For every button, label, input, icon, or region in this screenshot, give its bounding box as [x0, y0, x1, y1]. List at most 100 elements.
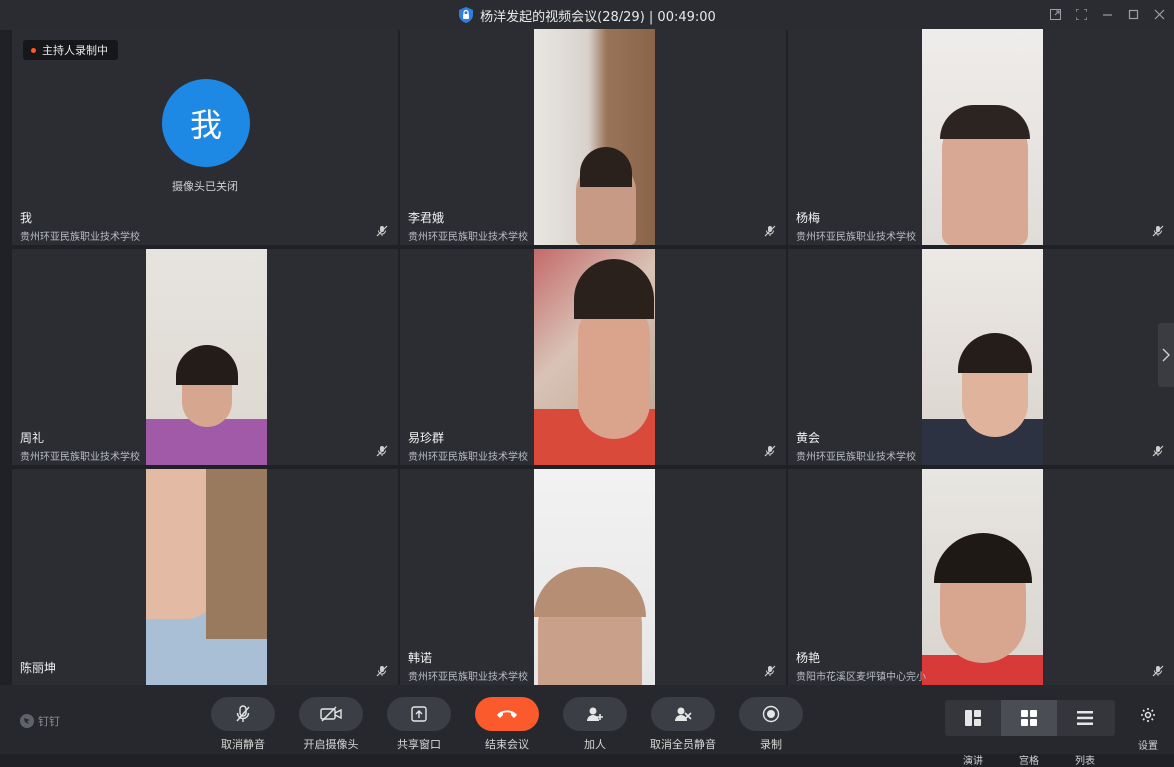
fullscreen-icon[interactable]	[1072, 5, 1090, 23]
participant-tile[interactable]: 韩诺 贵州环亚民族职业技术学校	[400, 469, 786, 685]
participant-name: 周礼	[20, 431, 45, 445]
share-window-pill[interactable]	[387, 697, 451, 731]
participant-video	[534, 29, 655, 245]
participant-video	[534, 469, 655, 685]
camera-off-label: 摄像头已关闭	[172, 180, 238, 193]
add-people-button[interactable]: 加人	[563, 697, 627, 751]
layout-speaker-label: 演讲	[963, 756, 983, 767]
participant-org: 贵阳市花溪区麦坪镇中心完小	[796, 672, 926, 683]
unmute-pill[interactable]	[211, 697, 275, 731]
participant-tile[interactable]: 主持人录制中 我 摄像头已关闭 我 贵州环亚民族职业技术学校	[12, 29, 398, 245]
camera-off-icon	[320, 706, 342, 722]
participant-org: 贵州环亚民族职业技术学校	[408, 232, 528, 243]
hang-up-icon	[497, 710, 517, 718]
camera-on-pill[interactable]	[299, 697, 363, 731]
mic-muted-icon	[764, 665, 776, 677]
video-grid: 主持人录制中 我 摄像头已关闭 我 贵州环亚民族职业技术学校 李君娥 贵州环亚民…	[12, 29, 1174, 685]
mic-muted-icon	[376, 665, 388, 677]
participant-name: 杨艳	[796, 651, 821, 665]
meeting-toolbar: 钉钉 取消静音 开启摄像头 共享窗口 结束会议 加人 取消全员静音 录制 演讲 …	[0, 685, 1174, 767]
mic-muted-icon	[236, 705, 250, 722]
participant-video	[534, 249, 655, 465]
participant-org: 贵州环亚民族职业技术学校	[20, 232, 140, 243]
recording-dot-icon	[31, 47, 36, 53]
participant-tile[interactable]: 杨梅 贵州环亚民族职业技术学校	[788, 29, 1174, 245]
participant-video	[146, 469, 267, 685]
participant-name: 黄会	[796, 431, 821, 445]
unmute-button[interactable]: 取消静音	[211, 697, 275, 751]
unmute-all-pill[interactable]	[651, 697, 715, 731]
window-controls	[1046, 5, 1168, 23]
minimize-icon[interactable]	[1098, 5, 1116, 23]
title-wrap: 杨洋发起的视频会议(28/29) | 00:49:00	[458, 6, 716, 25]
window-title: 杨洋发起的视频会议(28/29) | 00:49:00	[480, 9, 716, 25]
dingtalk-logo-icon	[20, 714, 34, 728]
participant-name: 杨梅	[796, 211, 821, 225]
mic-muted-icon	[376, 225, 388, 237]
participant-name: 韩诺	[408, 651, 433, 665]
recording-badge: 主持人录制中	[23, 40, 118, 60]
share-window-button[interactable]: 共享窗口	[387, 697, 451, 751]
end-meeting-button[interactable]: 结束会议	[475, 697, 539, 751]
shield-lock-icon	[458, 6, 474, 24]
maximize-icon[interactable]	[1124, 5, 1142, 23]
participant-name: 陈丽坤	[20, 661, 57, 675]
mic-muted-icon	[376, 445, 388, 457]
next-page-button[interactable]	[1158, 323, 1174, 387]
mic-muted-icon	[1152, 665, 1164, 677]
mute-all-icon	[675, 707, 692, 721]
participant-name: 易珍群	[408, 431, 445, 445]
participant-tile[interactable]: 李君娥 贵州环亚民族职业技术学校	[400, 29, 786, 245]
layout-list-label: 列表	[1075, 756, 1095, 767]
participant-name: 我	[20, 211, 33, 225]
add-people-pill[interactable]	[563, 697, 627, 731]
participant-tile[interactable]: 易珍群 贵州环亚民族职业技术学校	[400, 249, 786, 465]
record-icon	[762, 705, 780, 723]
record-pill[interactable]	[739, 697, 803, 731]
share-screen-icon	[411, 706, 427, 722]
layout-switcher: 演讲 宫格 列表	[945, 700, 1115, 767]
brand: 钉钉	[20, 713, 60, 729]
record-label: 录制	[760, 738, 782, 751]
camera-on-button[interactable]: 开启摄像头	[299, 697, 363, 751]
participant-video	[922, 29, 1043, 245]
participant-tile[interactable]: 陈丽坤	[12, 469, 398, 685]
mic-muted-icon	[1152, 225, 1164, 237]
close-icon[interactable]	[1150, 5, 1168, 23]
gear-icon	[1141, 708, 1155, 722]
layout-list-button[interactable]: 列表	[1057, 700, 1113, 767]
brand-label: 钉钉	[38, 715, 60, 728]
mic-muted-icon	[764, 445, 776, 457]
participant-video	[922, 249, 1043, 465]
participant-tile[interactable]: 杨艳 贵阳市花溪区麦坪镇中心完小	[788, 469, 1174, 685]
end-meeting-pill[interactable]	[475, 697, 539, 731]
participant-name: 李君娥	[408, 211, 445, 225]
recording-badge-label: 主持人录制中	[42, 44, 108, 57]
record-button[interactable]: 录制	[739, 697, 803, 751]
participant-org: 贵州环亚民族职业技术学校	[20, 452, 140, 463]
add-person-icon	[587, 707, 603, 721]
avatar: 我	[162, 79, 250, 167]
speaker-layout-icon	[965, 710, 981, 726]
layout-speaker-button[interactable]: 演讲	[945, 700, 1001, 767]
participant-org: 贵州环亚民族职业技术学校	[408, 672, 528, 683]
layout-grid-label: 宫格	[1019, 756, 1039, 767]
popout-icon[interactable]	[1046, 5, 1064, 23]
settings-button[interactable]	[1136, 707, 1160, 727]
mic-muted-icon	[764, 225, 776, 237]
layout-grid-button[interactable]: 宫格	[1001, 700, 1057, 767]
participant-tile[interactable]: 周礼 贵州环亚民族职业技术学校	[12, 249, 398, 465]
unmute-all-button[interactable]: 取消全员静音	[650, 697, 716, 751]
chevron-right-icon	[1162, 348, 1170, 362]
mic-muted-icon	[1152, 445, 1164, 457]
participant-video	[146, 249, 267, 465]
participant-org: 贵州环亚民族职业技术学校	[408, 452, 528, 463]
grid-layout-icon	[1021, 710, 1037, 726]
participant-tile[interactable]: 黄会 贵州环亚民族职业技术学校	[788, 249, 1174, 465]
list-layout-icon	[1077, 711, 1093, 725]
participant-org: 贵州环亚民族职业技术学校	[796, 452, 916, 463]
title-bar: 杨洋发起的视频会议(28/29) | 00:49:00	[0, 0, 1174, 30]
participant-video	[922, 469, 1043, 685]
settings-label: 设置	[1138, 741, 1158, 752]
participant-org: 贵州环亚民族职业技术学校	[796, 232, 916, 243]
